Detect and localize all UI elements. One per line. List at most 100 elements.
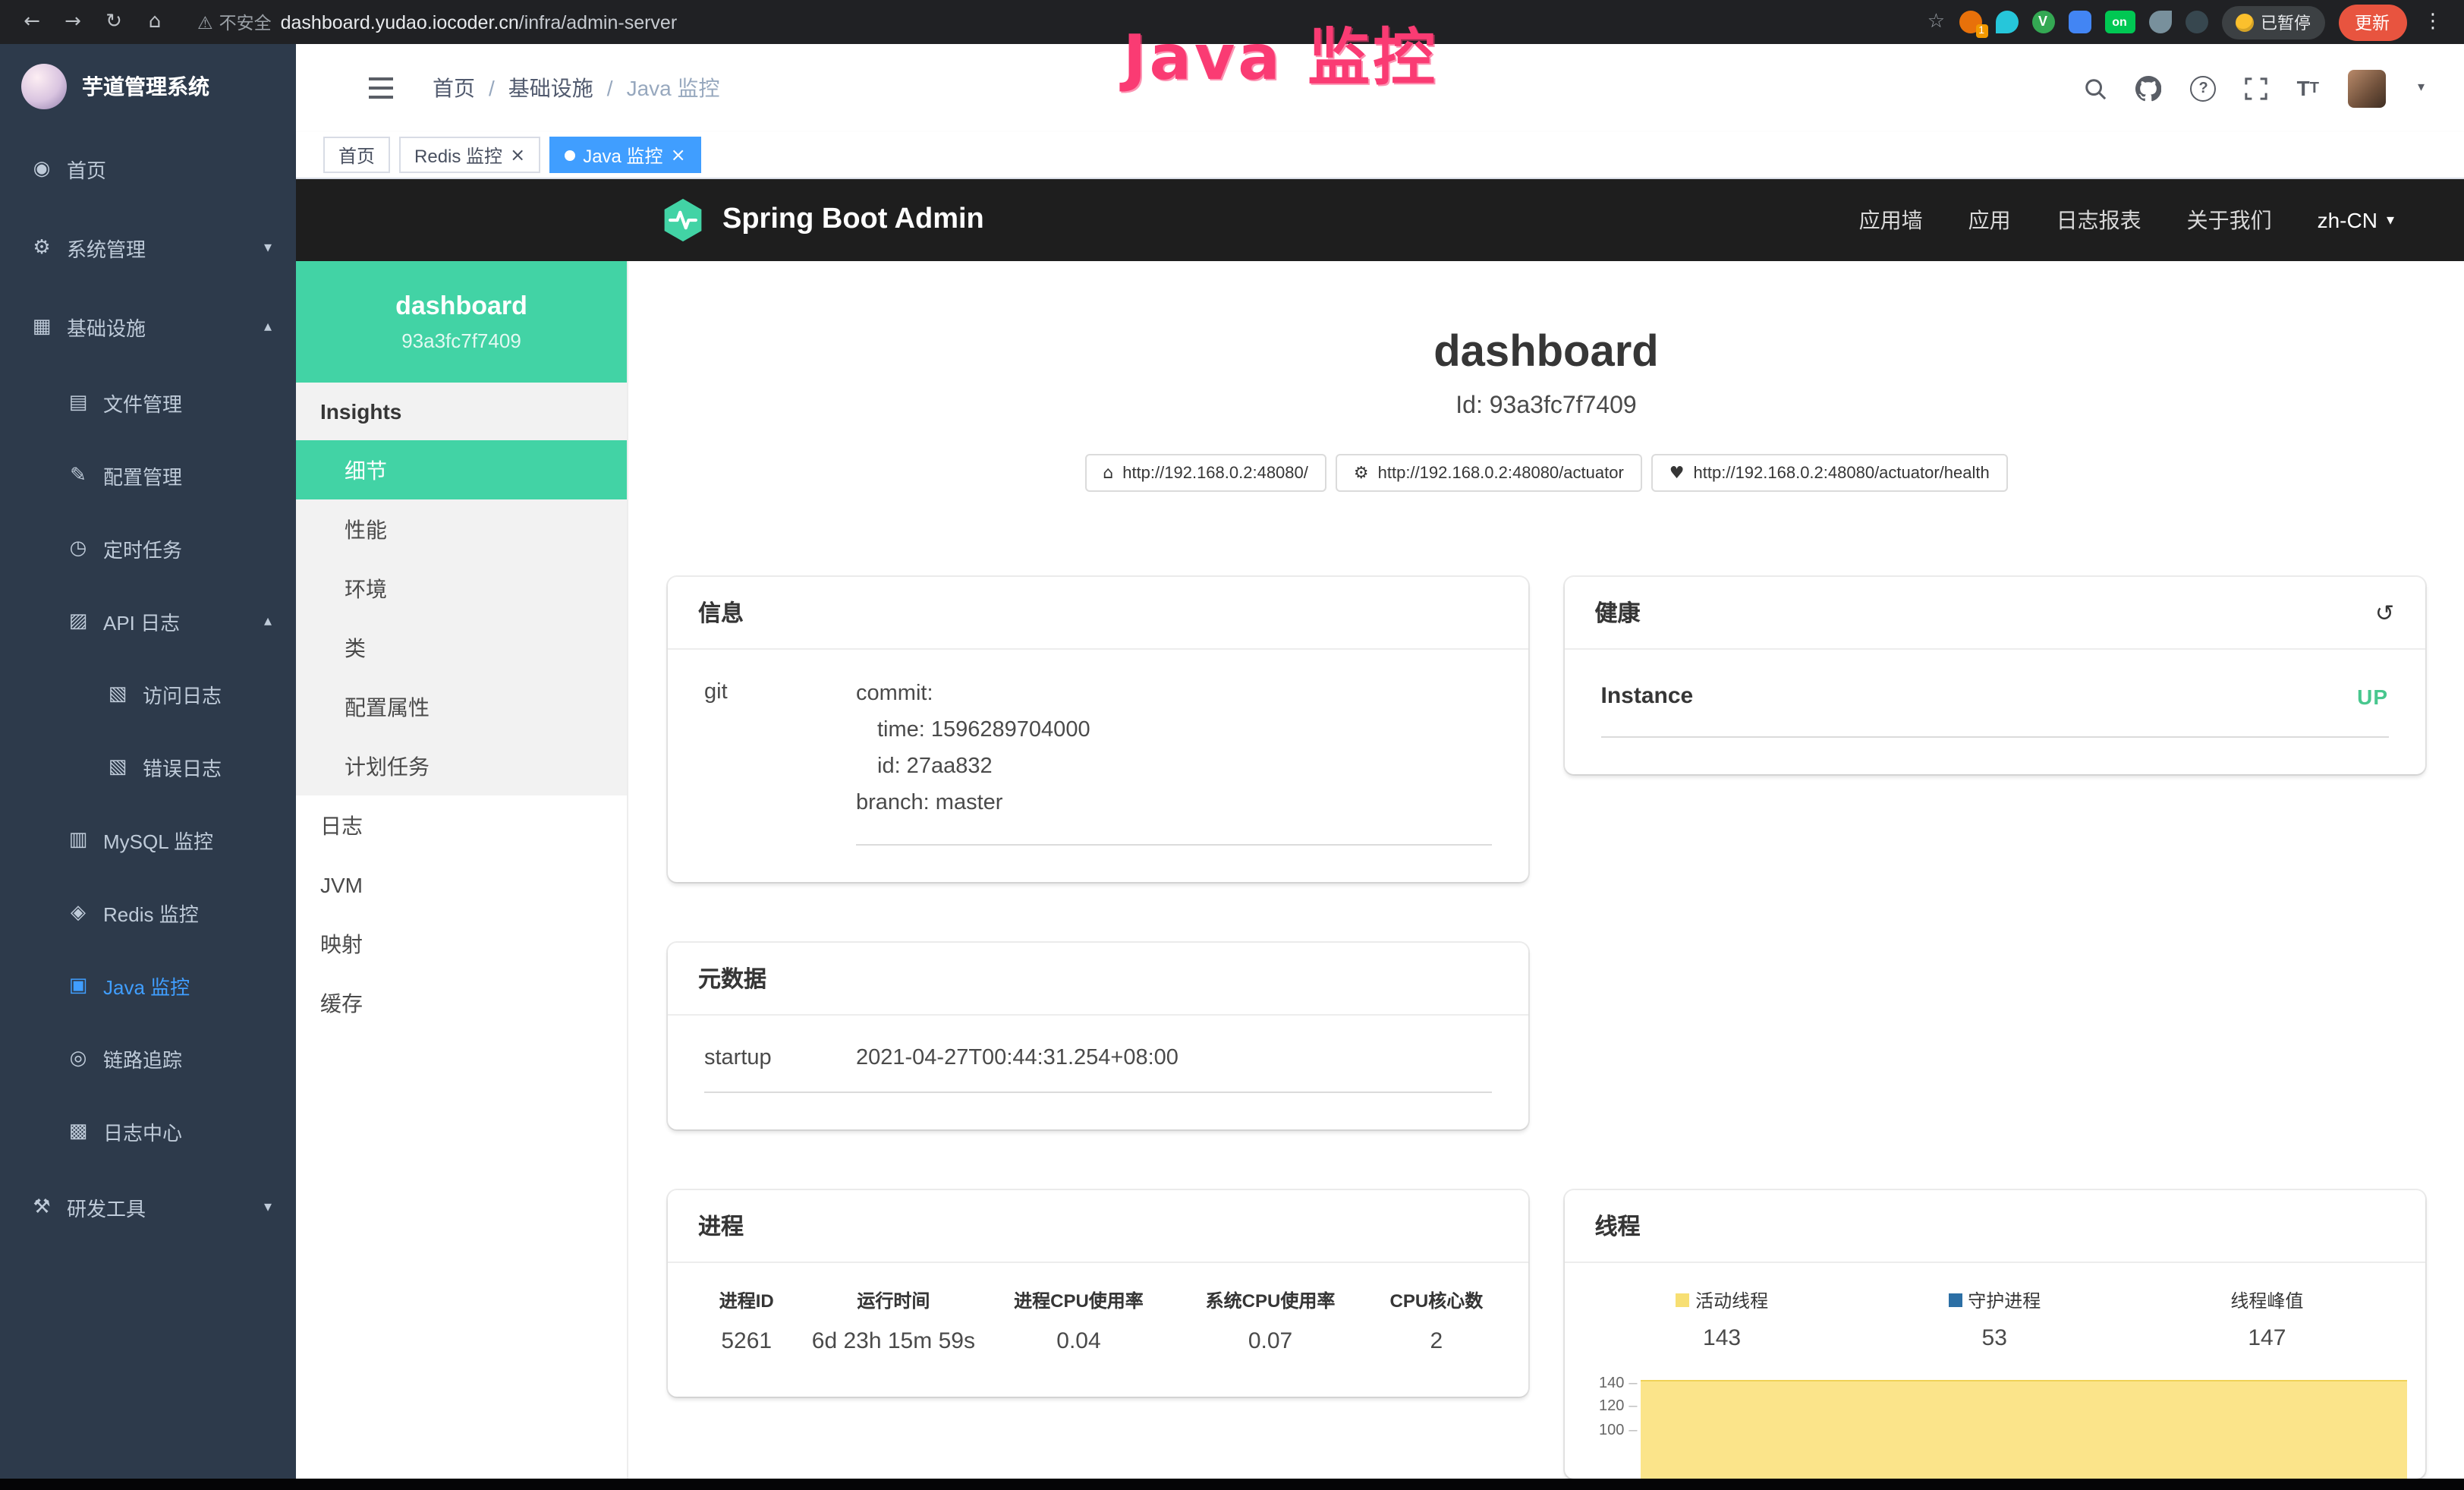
breadcrumb-current: Java 监控	[627, 73, 720, 103]
sidebar-item-label: 基础设施	[67, 312, 146, 341]
close-icon[interactable]: ×	[510, 146, 525, 164]
instance-links: ⌂ http://192.168.0.2:48080/ ⚙ http://192…	[668, 454, 2425, 492]
browser-home-icon[interactable]: ⌂	[141, 11, 168, 33]
health-url-button[interactable]: ♥ http://192.168.0.2:48080/actuator/heal…	[1651, 454, 2008, 492]
extension-pin-icon[interactable]	[1995, 11, 2018, 33]
browser-back-icon[interactable]: ←	[18, 11, 46, 33]
address-bar[interactable]: ⚠ 不安全 dashboard.yudao.iocoder.cn/infra/a…	[197, 10, 1914, 34]
sba-menu-classes[interactable]: 类	[296, 618, 627, 677]
github-icon[interactable]	[2136, 75, 2162, 101]
health-instance-row[interactable]: Instance UP	[1601, 683, 2389, 738]
sba-menu-mappings[interactable]: 映射	[296, 914, 627, 973]
security-warning[interactable]: ⚠ 不安全	[197, 10, 272, 34]
legend-peak-threads: 线程峰值	[2131, 1287, 2403, 1312]
threads-card: 线程 活动线程 守护进程	[1565, 1189, 2425, 1478]
extension-on-icon[interactable]: on	[2104, 11, 2135, 33]
sba-nav-journal[interactable]: 日志报表	[2056, 205, 2141, 235]
breadcrumb-home[interactable]: 首页	[433, 73, 475, 103]
insights-section-label: Insights	[296, 383, 627, 440]
tab-java-monitor[interactable]: Java 监控 ×	[549, 137, 701, 173]
process-col-pid: 进程ID	[689, 1287, 804, 1312]
sidebar-item-trace[interactable]: ◎ 链路追踪	[0, 1022, 296, 1095]
tab-home[interactable]: 首页	[323, 137, 390, 173]
java-icon: ▣	[67, 974, 90, 997]
sba-menu-logs[interactable]: 日志	[296, 795, 627, 855]
sba-menu-details[interactable]: 细节	[296, 440, 627, 499]
sba-menu-jvm[interactable]: JVM	[296, 855, 627, 914]
sidebar-item-log-center[interactable]: ▩ 日志中心	[0, 1095, 296, 1167]
insights-group: Insights 细节 性能 环境 类 配置属性 计划任务	[296, 383, 627, 795]
process-proc-cpu-value: 0.04	[983, 1328, 1175, 1353]
user-avatar[interactable]	[2348, 69, 2386, 107]
sidebar-item-mysql-monitor[interactable]: ▥ MySQL 监控	[0, 803, 296, 876]
sba-nav-applications[interactable]: 应用	[1968, 205, 2011, 235]
instance-id-subtitle: Id: 93a3fc7f7409	[668, 393, 2425, 421]
sidebar-item-label: 研发工具	[67, 1192, 146, 1221]
sba-locale-select[interactable]: zh-CN ▾	[2318, 208, 2394, 232]
url-text[interactable]: dashboard.yudao.iocoder.cn/infra/admin-s…	[281, 11, 678, 33]
url-host: dashboard.yudao.iocoder.cn	[281, 11, 519, 33]
sba-menu-environment[interactable]: 环境	[296, 559, 627, 618]
browser-toolbar-right: ☆ 1 V on 已暂停 更新 ⋮	[1927, 4, 2446, 40]
health-status-badge: UP	[2357, 684, 2388, 708]
header-actions: ? TT ▾	[2085, 69, 2425, 107]
threads-chart-plot	[1641, 1372, 2407, 1478]
sba-menu-performance[interactable]: 性能	[296, 499, 627, 559]
sidebar-item-system-management[interactable]: ⚙ 系统管理 ▾	[0, 208, 296, 287]
avatar-caret-icon[interactable]: ▾	[2418, 80, 2425, 96]
app-sidebar: 芋道管理系统 ◉ 首页 ⚙ 系统管理 ▾ ▦ 基础设施 ▴ ▤ 文件管理 ✎	[0, 44, 296, 1490]
sidebar-item-scheduled-tasks[interactable]: ◷ 定时任务	[0, 512, 296, 584]
sidebar-item-infrastructure[interactable]: ▦ 基础设施 ▴	[0, 287, 296, 366]
history-icon[interactable]: ↺	[2375, 599, 2394, 626]
fullscreen-icon[interactable]	[2245, 77, 2268, 99]
log-center-icon: ▩	[67, 1120, 90, 1142]
sidebar-item-home[interactable]: ◉ 首页	[0, 129, 296, 208]
wrench-icon: ⚙	[1354, 463, 1369, 483]
extension-badge: 1	[1975, 24, 1987, 38]
browser-menu-icon[interactable]: ⋮	[2420, 11, 2446, 33]
tab-redis-monitor[interactable]: Redis 监控 ×	[399, 137, 540, 173]
sidebar-item-file-management[interactable]: ▤ 文件管理	[0, 366, 296, 439]
active-dot-icon	[565, 150, 575, 160]
actuator-url-button[interactable]: ⚙ http://192.168.0.2:48080/actuator	[1336, 454, 1642, 492]
paused-profile-chip[interactable]: 已暂停	[2221, 5, 2324, 39]
metadata-card-title: 元数据	[698, 962, 766, 994]
browser-update-button[interactable]: 更新	[2338, 4, 2406, 40]
browser-reload-icon[interactable]: ↻	[100, 11, 127, 33]
health-url-label: http://192.168.0.2:48080/actuator/health	[1694, 464, 1990, 482]
search-icon[interactable]	[2085, 77, 2107, 99]
help-icon[interactable]: ?	[2191, 75, 2217, 101]
legend-label: 活动线程	[1695, 1287, 1768, 1312]
sidebar-item-error-log[interactable]: ▧ 错误日志	[0, 730, 296, 803]
browser-forward-icon[interactable]: →	[59, 11, 87, 33]
sidebar-item-config-management[interactable]: ✎ 配置管理	[0, 439, 296, 512]
sidebar-item-dev-tools[interactable]: ⚒ 研发工具 ▾	[0, 1167, 296, 1246]
sba-menu-scheduled-tasks[interactable]: 计划任务	[296, 736, 627, 795]
breadcrumb-infrastructure[interactable]: 基础设施	[508, 73, 593, 103]
sba-nav-about[interactable]: 关于我们	[2187, 205, 2272, 235]
bookmark-star-icon[interactable]: ☆	[1927, 11, 1945, 33]
sba-brand[interactable]: Spring Boot Admin	[660, 197, 984, 243]
app-logo[interactable]: 芋道管理系统	[0, 44, 296, 129]
sidebar-item-api-log[interactable]: ▨ API 日志 ▴	[0, 584, 296, 657]
extension-leaf-icon[interactable]	[2148, 11, 2171, 33]
sba-menu-caches[interactable]: 缓存	[296, 973, 627, 1032]
extension-grid-icon[interactable]	[2068, 11, 2091, 33]
font-size-icon[interactable]: TT	[2297, 76, 2319, 100]
instance-url-button[interactable]: ⌂ http://192.168.0.2:48080/	[1084, 454, 1326, 492]
sba-nav-wall[interactable]: 应用墙	[1859, 205, 1923, 235]
process-sys-cpu-value: 0.07	[1175, 1328, 1367, 1353]
tags-view: 首页 Redis 监控 × Java 监控 ×	[296, 132, 2464, 179]
sidebar-item-access-log[interactable]: ▧ 访问日志	[0, 657, 296, 730]
sidebar-item-redis-monitor[interactable]: ◈ Redis 监控	[0, 876, 296, 949]
extension-fox-icon[interactable]: 1	[1959, 11, 1981, 33]
sidebar-item-java-monitor[interactable]: ▣ Java 监控	[0, 949, 296, 1022]
close-icon[interactable]: ×	[671, 146, 686, 164]
extension-check-icon[interactable]: V	[2031, 11, 2054, 33]
sba-menu-config-props[interactable]: 配置属性	[296, 677, 627, 736]
git-time-line: time: 1596289704000	[856, 713, 1492, 750]
hamburger-icon[interactable]	[369, 77, 393, 99]
extension-dark-icon[interactable]	[2185, 11, 2208, 33]
instance-block[interactable]: dashboard 93a3fc7f7409	[296, 261, 627, 383]
live-threads-value: 143	[1586, 1325, 1858, 1350]
